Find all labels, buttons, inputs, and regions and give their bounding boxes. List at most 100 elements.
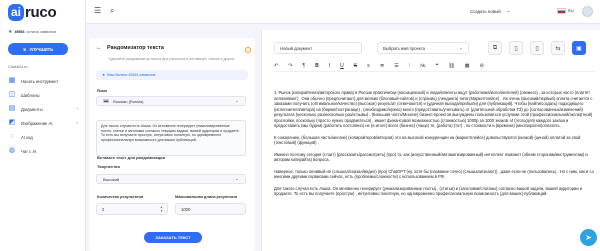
creativity-label: Творчество [97,164,121,169]
ordered-list-icon[interactable]: № [420,63,425,69]
align-right-icon[interactable]: ☰ [394,63,398,69]
sidebar-item-label: Изображение AI [21,120,53,126]
project-select-value: Выбрать имя проекта [383,45,426,51]
project-select[interactable]: Выбрать имя проекта ⌄ [377,42,469,54]
back-arrow-icon[interactable]: ← [96,45,102,51]
sidebar-item-label: Документы [21,106,43,112]
align-left-icon[interactable]: ≡ [367,63,370,69]
file-text-icon: ▯ [535,45,539,52]
balance-pill: ★ Ваш баланс 49554 символов [96,70,248,80]
copy-button[interactable]: ⧉ [488,41,502,55]
create-new-label: Создать новый [470,8,501,14]
avatar[interactable] [582,6,593,17]
russian-flag-icon[interactable] [557,8,566,14]
paragraph: Именно поэтому сегодня (стоит) (рассказа… [274,151,588,163]
paragraph: Наверное, только ленивый не (слышал/сказ… [274,168,594,180]
generate-button[interactable]: ЗАКАЗАТЬ ТЕКСТ [144,232,202,243]
sidebar-item-label: Шаблоны [21,92,40,98]
sidebar: ai ruco ★ 49554 остаток символов ♛ УЛУЧШ… [0,0,86,251]
creativity-value: Высокий [103,176,120,182]
result-count-input[interactable]: 2 ▲ ▼ [96,203,168,215]
sidebar-item-label: Чат с AI [21,148,37,154]
share-button[interactable]: ⇆ [551,41,565,55]
clear-format-icon[interactable]: ⊘ [479,63,483,69]
result-count-label: Количество результатов [97,195,144,199]
heading-icon[interactable]: ¶ [302,63,305,69]
balance-label: остаток символов [26,30,57,34]
telegram-icon: ➤ [585,233,592,242]
quote-icon[interactable]: ❝ [436,63,439,69]
upgrade-label: УЛУЧШИТЬ [29,46,54,52]
bold-icon[interactable]: B [315,63,319,69]
panel-header: ← Рандомизатор текста [96,45,164,51]
paragraph: К сожалению, (большая часть/многие) (коп… [274,134,581,146]
language-value: Russian (Russia) [113,98,144,104]
balance-indicator: ★ 49554 остаток символов [8,29,56,35]
redo-icon[interactable]: ↷ [288,63,292,69]
sidebar-item-start-tool[interactable]: ▦ Начать инструмент [4,74,84,88]
creativity-select[interactable]: Высокий ⌄ [96,174,246,184]
document-title-input[interactable]: Новый документ [274,42,362,54]
chat-icon: ◌ [9,133,15,140]
chevron-down-icon: ⌄ [234,176,239,182]
result-count-value: 2 [102,206,105,212]
menu-icon[interactable]: ☰ [94,6,101,15]
italic-icon[interactable]: I [329,63,330,69]
download-word-button[interactable]: ▯ [509,41,523,55]
sidebar-item-ai-image[interactable]: ◩ Изображение AI › [4,116,84,130]
telegram-chat-button[interactable]: ➤ [580,229,597,246]
list-icon[interactable]: ⁝ [409,63,411,69]
logo-wordmark: ruco [25,4,57,21]
chevron-right-icon: › [76,120,78,126]
russian-flag-icon [103,99,109,103]
image-icon: ◩ [8,119,16,126]
image-icon[interactable]: ▩ [465,63,470,69]
chat-bot-icon: ◍ [8,147,16,154]
max-length-label: Максимальная длина результата [175,195,238,199]
upgrade-button[interactable]: ♛ УЛУЧШИТЬ [8,43,68,55]
chevron-down-icon: ⌄ [234,98,239,104]
randomizer-panel: ← Рандомизатор текста Сделайте рандомиза… [89,38,255,251]
brand-logo[interactable]: ai ruco [8,4,57,21]
share-icon: ⇆ [555,45,561,52]
search-icon[interactable]: ⌕ [110,6,114,16]
sidebar-item-templates[interactable]: ◫ Шаблоны [4,88,84,102]
sidebar-section-title: Chat&AI.ru [8,64,28,69]
star-icon: ★ [8,29,13,35]
grid-icon: ▦ [8,77,16,84]
star-icon: ★ [102,73,106,77]
copy-icon: ⧉ [492,44,498,51]
align-center-icon[interactable]: ≣ [380,63,384,69]
paragraph: Для такого случая есть Aiшка. Он мгновен… [274,185,583,197]
language-selector[interactable]: RU [568,8,574,13]
text-input-area[interactable]: Для такого случая есть Aiшка. Ох мгновен… [96,120,246,156]
document-icon: ▤ [8,105,16,112]
max-length-value: 1000 [181,206,191,212]
save-button[interactable]: ▣ [572,41,586,55]
sidebar-item-label: Начать инструмент [21,78,59,84]
balance-pill-text: Ваш баланс 49554 символов [107,73,156,77]
language-select[interactable]: Russian (Russia) ⌄ [96,96,246,106]
sidebar-item-ai-chat[interactable]: ◍ Чат с AI [4,144,84,158]
create-new-dropdown[interactable]: Создать новый ⌄ [470,8,510,14]
link-icon[interactable]: ⛓ [448,63,454,69]
language-label: Язык [97,88,108,93]
info-badge-icon[interactable] [245,47,251,53]
undo-icon[interactable]: ↶ [274,63,278,69]
file-icon: ▯ [514,45,518,52]
panel-description: Сделайте рандомизатор текста для рассыло… [108,57,236,61]
sidebar-item-documents[interactable]: ▤ Документы › [4,102,84,116]
download-pdf-button[interactable]: ▯ [530,41,544,55]
underline-icon[interactable]: U [340,63,344,69]
sidebar-item-ai-code[interactable]: ◌ AI код [4,130,84,144]
max-length-input[interactable]: 1000 [175,203,246,215]
template-icon: ◫ [8,91,16,98]
save-icon: ▣ [576,45,582,52]
chevron-down-icon: ⌄ [506,8,511,13]
document-editor: Новый документ Выбрать имя проекта ⌄ ⧉ ▯… [261,30,600,251]
panel-title: Рандомизатор текста [107,45,164,51]
editor-content[interactable]: 1. Рынок (копирайтинга/авторского права)… [274,90,594,203]
chevron-down-icon: ⌄ [458,45,463,51]
stepper-icon[interactable]: ▲ ▼ [160,205,163,213]
strike-icon[interactable]: S [354,63,357,69]
